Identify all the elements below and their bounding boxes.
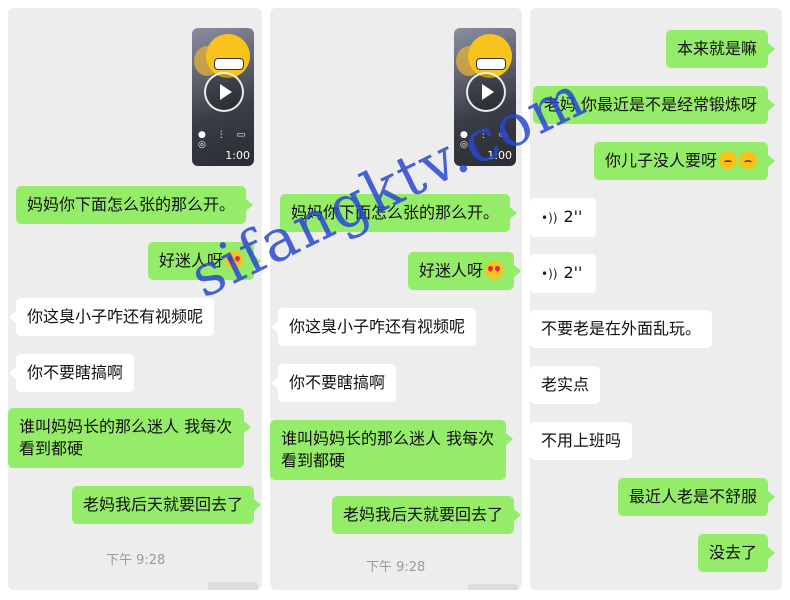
timestamp: 下午 9:28	[106, 553, 166, 568]
voice-message[interactable]: •)) 2''	[530, 198, 596, 237]
message-outgoing[interactable]: 谁叫妈妈长的那么迷人 我每次看到都硬	[270, 420, 513, 480]
video-duration: 1:00	[487, 149, 512, 162]
message-incoming[interactable]: 你不要瞎搞啊	[270, 364, 397, 402]
chat-panel-3: 本来就是嘛 老妈 你最近是不是经常锻炼呀 你儿子没人要呀 •)) 2'' •)) 2…	[530, 8, 782, 590]
chat-panel-1: ● ⋮ ▭ ◎ 1:00 妈妈你下面怎么张的那么开。 好迷人呀 你这臭小子咋还有…	[8, 8, 262, 590]
message-outgoing[interactable]: 好迷人呀	[407, 252, 522, 290]
message-incoming[interactable]: 你这臭小子咋还有视频呢	[8, 298, 215, 336]
video-controls-icon: ● ⋮ ▭ ◎	[198, 130, 250, 150]
video-message[interactable]: ● ⋮ ▭ ◎ 1:00	[454, 28, 516, 166]
play-icon[interactable]	[466, 72, 506, 112]
video-duration: 1:00	[225, 149, 250, 162]
message-outgoing[interactable]: 好迷人呀	[147, 242, 262, 280]
sad-emoji-icon	[739, 151, 757, 169]
video-message[interactable]: ● ⋮ ▭ ◎ 1:00	[192, 28, 254, 166]
message-outgoing[interactable]: 妈妈你下面怎么张的那么开。	[280, 194, 518, 232]
message-outgoing[interactable]: 本来就是嘛	[665, 30, 776, 68]
message-outgoing[interactable]: 你儿子没人要呀	[593, 142, 776, 180]
message-outgoing[interactable]: 没去了	[697, 534, 776, 572]
message-incoming[interactable]: 老实点	[530, 366, 601, 404]
message-outgoing[interactable]: 老妈 你最近是不是经常锻炼呀	[532, 86, 776, 124]
grimace-emoji-icon	[468, 34, 512, 78]
video-controls-icon: ● ⋮ ▭ ◎	[460, 130, 512, 150]
voice-wave-icon: •))	[541, 211, 558, 225]
message-outgoing[interactable]: 老妈我后天就要回去了	[331, 496, 522, 534]
message-partial	[208, 582, 258, 590]
heart-eyes-emoji-icon	[225, 251, 243, 269]
message-outgoing[interactable]: 最近人老是不舒服	[617, 478, 776, 516]
message-outgoing[interactable]: 妈妈你下面怎么张的那么开。	[16, 186, 254, 224]
message-outgoing[interactable]: 谁叫妈妈长的那么迷人 我每次看到都硬	[8, 408, 251, 468]
play-icon[interactable]	[204, 72, 244, 112]
voice-message[interactable]: •)) 2''	[530, 254, 596, 293]
heart-eyes-emoji-icon	[485, 261, 503, 279]
message-incoming[interactable]: 不用上班吗	[530, 422, 633, 460]
message-incoming[interactable]: 你这臭小子咋还有视频呢	[270, 308, 477, 346]
message-incoming[interactable]: 你不要瞎搞啊	[8, 354, 135, 392]
timestamp: 下午 9:28	[366, 560, 426, 575]
message-outgoing[interactable]: 老妈我后天就要回去了	[71, 486, 262, 524]
sad-emoji-icon	[719, 151, 737, 169]
message-partial	[468, 584, 518, 590]
message-incoming[interactable]: 不要老是在外面乱玩。	[530, 310, 713, 348]
chat-panel-2: ● ⋮ ▭ ◎ 1:00 妈妈你下面怎么张的那么开。 好迷人呀 你这臭小子咋还有…	[270, 8, 522, 590]
voice-wave-icon: •))	[541, 267, 558, 281]
grimace-emoji-icon	[206, 34, 250, 78]
